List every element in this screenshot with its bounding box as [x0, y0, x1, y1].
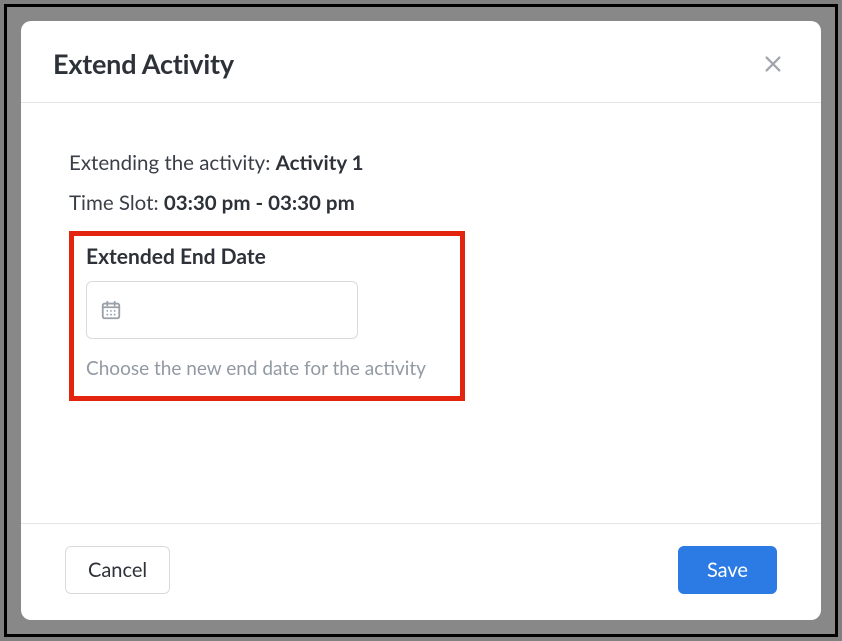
time-slot-value: 03:30 pm - 03:30 pm: [164, 191, 355, 215]
extending-activity-line: Extending the activity: Activity 1: [69, 151, 773, 175]
save-button[interactable]: Save: [678, 546, 777, 594]
modal-header: Extend Activity: [21, 21, 821, 103]
modal-footer: Cancel Save: [21, 523, 821, 620]
date-input-wrap: [86, 281, 358, 339]
modal-title: Extend Activity: [53, 47, 234, 80]
extended-end-date-input[interactable]: [86, 281, 358, 339]
extended-end-date-label: Extended End Date: [86, 244, 448, 269]
activity-name: Activity 1: [276, 151, 364, 175]
cancel-button[interactable]: Cancel: [65, 546, 170, 594]
close-button[interactable]: [757, 48, 789, 80]
extended-end-date-help: Choose the new end date for the activity: [86, 357, 448, 380]
close-icon: [762, 53, 784, 75]
extended-end-date-highlight: Extended End Date: [69, 231, 465, 401]
modal-body: Extending the activity: Activity 1 Time …: [21, 103, 821, 523]
time-slot-line: Time Slot: 03:30 pm - 03:30 pm: [69, 191, 773, 215]
time-slot-label: Time Slot:: [69, 191, 164, 215]
extend-activity-modal: Extend Activity Extending the activity: …: [21, 21, 821, 620]
frame: Extend Activity Extending the activity: …: [4, 4, 838, 637]
extending-activity-label: Extending the activity:: [69, 151, 276, 175]
